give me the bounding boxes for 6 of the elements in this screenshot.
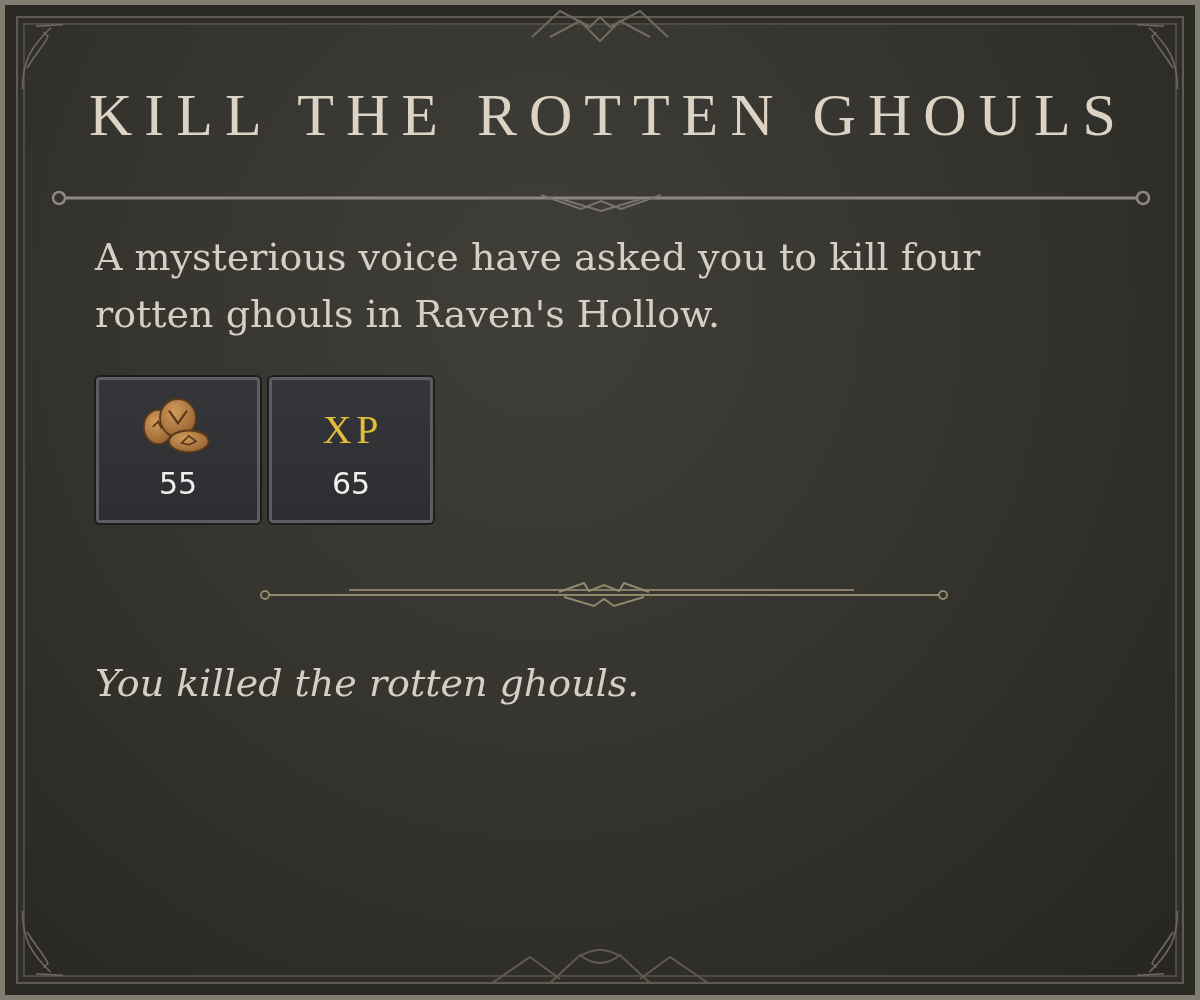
quest-status: You killed the rotten ghouls.	[95, 660, 641, 707]
reward-amount: 55	[158, 466, 198, 502]
quest-title: KILL THE ROTTEN GHOULS	[89, 81, 1115, 150]
quest-description: A mysterious voice have asked you to kill four rotten ghouls in Raven's Hollow.	[95, 234, 982, 338]
xp-label: XP	[322, 408, 384, 452]
reward-amount: 65	[331, 466, 371, 502]
